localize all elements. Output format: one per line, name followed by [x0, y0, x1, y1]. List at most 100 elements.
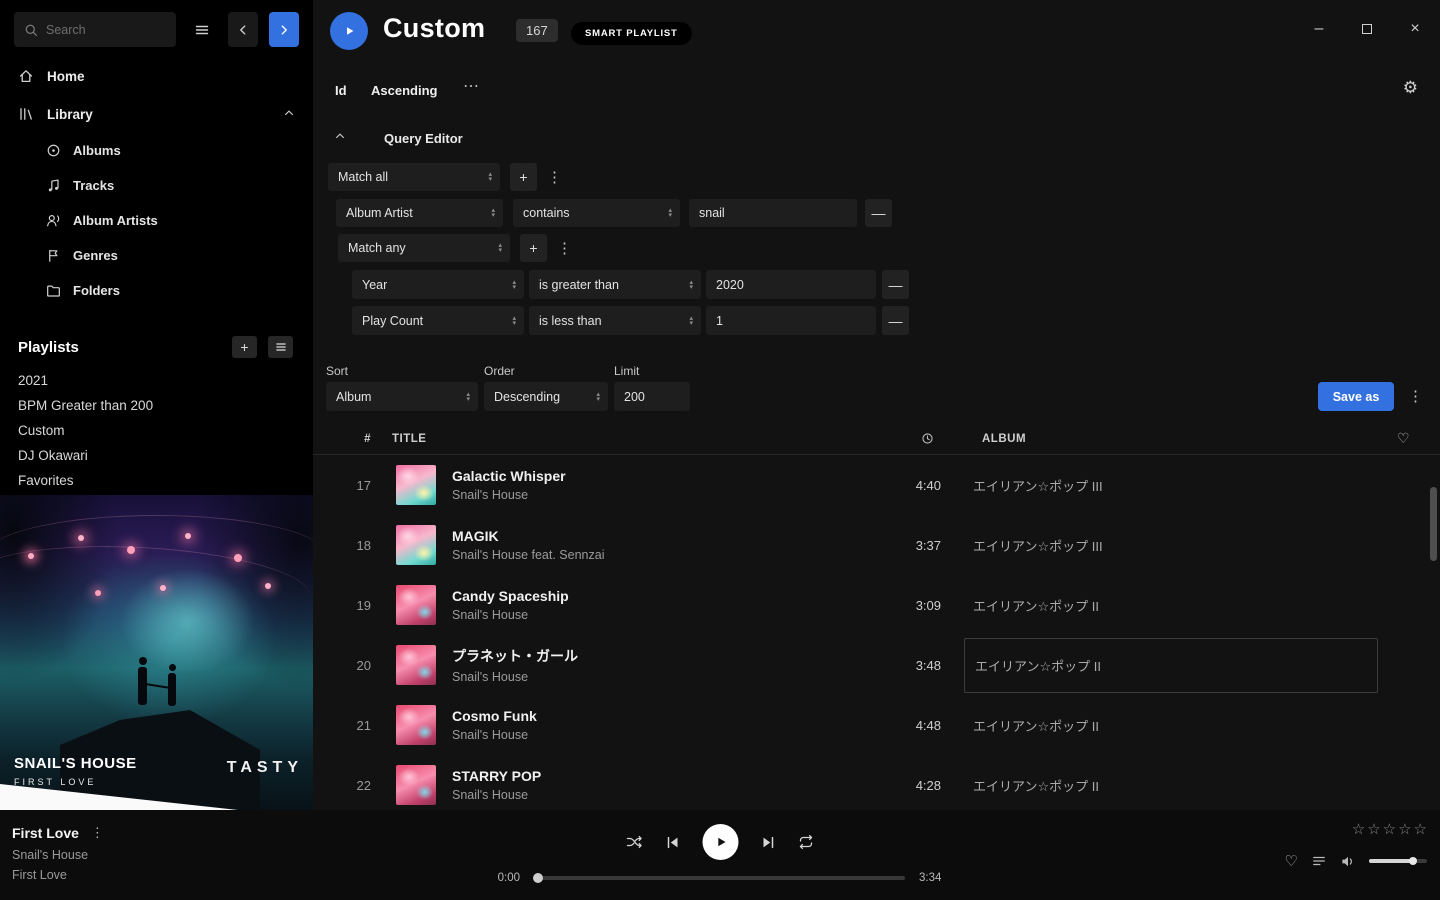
- rule-field-select[interactable]: Album Artist ▴▾: [336, 199, 503, 227]
- limit-input[interactable]: [614, 382, 690, 411]
- cover-title: FIRST LOVE: [14, 777, 137, 787]
- playlist-play-button[interactable]: [330, 12, 368, 50]
- track-artist: Snail's House: [452, 788, 882, 802]
- volume-icon[interactable]: [1340, 854, 1356, 869]
- menu-button[interactable]: [187, 12, 217, 47]
- rule-field-select[interactable]: Year ▴▾: [352, 270, 524, 299]
- star-icon[interactable]: ☆: [1367, 820, 1380, 838]
- minimize-button[interactable]: –: [1310, 20, 1328, 38]
- track-title: MAGIK: [452, 528, 882, 544]
- save-as-button[interactable]: Save as: [1318, 382, 1394, 411]
- more-options-icon[interactable]: ⋯: [463, 76, 480, 96]
- remove-rule-button[interactable]: —: [882, 306, 909, 335]
- match-all-select[interactable]: Match all ▴▾: [328, 163, 500, 191]
- favorite-heart-icon[interactable]: ♡: [1285, 852, 1298, 870]
- playlist-item[interactable]: BPM Greater than 200: [0, 393, 313, 418]
- seek-bar[interactable]: [535, 876, 905, 880]
- save-options-icon[interactable]: ⋮: [1408, 387, 1423, 405]
- star-icon[interactable]: ☆: [1398, 820, 1411, 838]
- playlist-list-button[interactable]: [268, 336, 293, 358]
- add-rule-button[interactable]: +: [510, 163, 537, 191]
- sort-direction-control[interactable]: Ascending: [371, 83, 437, 98]
- previous-button[interactable]: [666, 835, 681, 850]
- sidebar-item-home[interactable]: Home: [0, 57, 313, 95]
- track-options-icon[interactable]: ⋮: [91, 825, 104, 841]
- track-row[interactable]: 22 STARRY POP Snail's House 4:28 エイリアン☆ポ…: [313, 755, 1440, 810]
- repeat-button[interactable]: [798, 834, 815, 850]
- track-album[interactable]: エイリアン☆ポップ III: [973, 536, 1378, 555]
- chevron-up-icon[interactable]: [283, 107, 295, 122]
- sidebar-item-albums[interactable]: Albums: [0, 133, 313, 168]
- match-any-select[interactable]: Match any ▴▾: [338, 234, 510, 262]
- forward-button[interactable]: [269, 12, 299, 47]
- track-row[interactable]: 19 Candy Spaceship Snail's House 3:09 エイ…: [313, 575, 1440, 635]
- cover-brand-logo: TASTY: [227, 759, 303, 777]
- playlist-item[interactable]: Favorites: [0, 468, 313, 493]
- query-editor-collapse-button[interactable]: [333, 130, 347, 145]
- track-album-art: [396, 525, 436, 565]
- track-album-focused[interactable]: エイリアン☆ポップ II: [964, 638, 1378, 693]
- playlist-item[interactable]: Custom: [0, 418, 313, 443]
- back-button[interactable]: [228, 12, 258, 47]
- seek-knob[interactable]: [533, 873, 543, 883]
- star-icon[interactable]: ☆: [1383, 820, 1396, 838]
- track-row[interactable]: 20 プラネット・ガール Snail's House 3:48 エイリアン☆ポッ…: [313, 635, 1440, 695]
- track-title: Galactic Whisper: [452, 468, 882, 484]
- track-row[interactable]: 21 Cosmo Funk Snail's House 4:48 エイリアン☆ポ…: [313, 695, 1440, 755]
- column-album[interactable]: ALBUM: [982, 433, 1026, 445]
- sort-field-control[interactable]: Id: [335, 83, 347, 98]
- next-button[interactable]: [761, 835, 776, 850]
- remove-rule-button[interactable]: —: [865, 199, 892, 227]
- limit-label: Limit: [614, 364, 639, 378]
- track-row[interactable]: 17 Galactic Whisper Snail's House 4:40 エ…: [313, 455, 1440, 515]
- close-button[interactable]: ×: [1406, 20, 1424, 38]
- rule-operator-select[interactable]: is greater than ▴▾: [529, 270, 701, 299]
- search-input[interactable]: [46, 23, 166, 37]
- rule-value-input[interactable]: [689, 199, 857, 227]
- rule-value-input[interactable]: [706, 306, 876, 335]
- volume-knob[interactable]: [1409, 857, 1417, 865]
- sidebar-nav: Home Library Albums Tracks Album Artists: [0, 57, 313, 308]
- queue-icon[interactable]: [1311, 854, 1327, 868]
- rule-operator-select[interactable]: is less than ▴▾: [529, 306, 701, 335]
- track-album[interactable]: エイリアン☆ポップ II: [973, 776, 1378, 795]
- order-label: Order: [484, 364, 515, 378]
- track-row[interactable]: 18 MAGIK Snail's House feat. Sennzai 3:3…: [313, 515, 1440, 575]
- sidebar-item-library[interactable]: Library: [0, 95, 313, 133]
- volume-slider[interactable]: [1369, 859, 1427, 863]
- add-playlist-button[interactable]: +: [232, 336, 257, 358]
- rule-value-input[interactable]: [706, 270, 876, 299]
- sidebar-item-folders[interactable]: Folders: [0, 273, 313, 308]
- sidebar-item-album-artists[interactable]: Album Artists: [0, 203, 313, 238]
- order-select[interactable]: Descending ▴▾: [484, 382, 608, 411]
- sidebar-item-genres[interactable]: Genres: [0, 238, 313, 273]
- duration-column-clock-icon[interactable]: [921, 432, 934, 448]
- favorite-column-heart-icon[interactable]: ♡: [1397, 430, 1410, 447]
- rule-operator-select[interactable]: contains ▴▾: [513, 199, 680, 227]
- rule-field-select[interactable]: Play Count ▴▾: [352, 306, 524, 335]
- select-carets-icon: ▴▾: [660, 208, 672, 218]
- sidebar-item-tracks[interactable]: Tracks: [0, 168, 313, 203]
- track-album[interactable]: エイリアン☆ポップ II: [973, 596, 1378, 615]
- group-options-icon[interactable]: ⋮: [547, 168, 562, 186]
- window-controls: – ×: [1310, 20, 1424, 38]
- gear-icon[interactable]: ⚙: [1403, 78, 1418, 98]
- star-icon[interactable]: ☆: [1352, 820, 1365, 838]
- search-box[interactable]: [14, 12, 176, 47]
- column-title[interactable]: TITLE: [392, 433, 426, 445]
- remove-rule-button[interactable]: —: [882, 270, 909, 299]
- playlist-item[interactable]: DJ Okawari: [0, 443, 313, 468]
- play-pause-button[interactable]: [703, 824, 739, 860]
- star-icon[interactable]: ☆: [1414, 820, 1427, 838]
- chevron-left-icon: [236, 23, 250, 37]
- playlist-item[interactable]: 2021: [0, 368, 313, 393]
- select-carets-icon: ▴▾: [681, 316, 693, 326]
- maximize-button[interactable]: [1358, 20, 1376, 38]
- add-rule-button[interactable]: +: [520, 234, 547, 262]
- group-options-icon[interactable]: ⋮: [557, 239, 572, 257]
- sort-select[interactable]: Album ▴▾: [326, 382, 478, 411]
- track-album[interactable]: エイリアン☆ポップ III: [973, 476, 1378, 495]
- shuffle-button[interactable]: [626, 834, 644, 850]
- scrollbar-thumb[interactable]: [1430, 487, 1437, 561]
- track-album[interactable]: エイリアン☆ポップ II: [973, 716, 1378, 735]
